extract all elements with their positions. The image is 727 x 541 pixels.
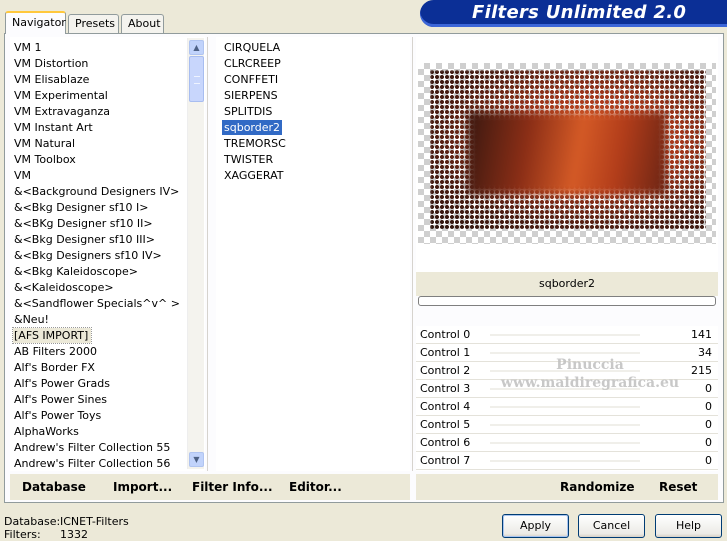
- category-item[interactable]: &<Kaleidoscope>: [13, 280, 117, 295]
- status-filters-label: Filters:: [4, 528, 41, 541]
- control-slider[interactable]: [490, 352, 640, 354]
- control-value: 141: [691, 328, 712, 341]
- control-slider[interactable]: [490, 424, 640, 426]
- category-item[interactable]: &<Bkg Kaleidoscope>: [13, 264, 141, 279]
- control-label: Control 5: [420, 418, 471, 431]
- category-item[interactable]: AlphaWorks: [13, 424, 82, 439]
- category-item[interactable]: VM: [13, 168, 34, 183]
- category-scrollbar[interactable]: ▲ ▼: [187, 38, 204, 469]
- filter-list[interactable]: CIRQUELA CLRCREEP CONFFETI SIERPENS SPLITDIS…: [216, 37, 410, 471]
- control-row[interactable]: Control 6 0: [416, 434, 718, 452]
- category-item[interactable]: Andrew's Filter Collection 55: [13, 440, 173, 455]
- filter-item[interactable]: sqborder2: [222, 120, 283, 135]
- category-item[interactable]: Alf's Power Sines: [13, 392, 110, 407]
- control-label: Control 4: [420, 400, 471, 413]
- control-slider[interactable]: [490, 460, 640, 462]
- apply-button[interactable]: Apply: [502, 514, 569, 538]
- control-label: Control 0: [420, 328, 471, 341]
- tab-presets[interactable]: Presets: [68, 14, 119, 33]
- control-slider[interactable]: [490, 406, 640, 408]
- control-value: 0: [705, 418, 712, 431]
- control-row[interactable]: Control 2 215: [416, 362, 718, 380]
- control-row[interactable]: Control 0 141: [416, 326, 718, 344]
- category-item[interactable]: VM Toolbox: [13, 152, 79, 167]
- database-button[interactable]: Database: [22, 480, 86, 494]
- tab-about[interactable]: About: [121, 14, 164, 33]
- preview-image-center: [468, 112, 666, 194]
- filter-item[interactable]: CIRQUELA: [222, 40, 282, 55]
- category-item[interactable]: &<Bkg Designer sf10 I>: [13, 200, 152, 215]
- filter-item[interactable]: SIERPENS: [222, 88, 280, 103]
- control-label: Control 6: [420, 436, 471, 449]
- control-value: 0: [705, 382, 712, 395]
- category-item[interactable]: [AFS IMPORT]: [11, 327, 93, 344]
- randomize-button[interactable]: Randomize: [560, 480, 634, 494]
- divider: [412, 37, 413, 471]
- divider: [207, 37, 208, 471]
- category-item[interactable]: &Neu!: [13, 312, 52, 327]
- category-item[interactable]: &<Sandflower Specials^v^ >: [13, 296, 183, 311]
- filter-info-button[interactable]: Filter Info...: [192, 480, 273, 494]
- progress-bar: [418, 296, 716, 306]
- cancel-button[interactable]: Cancel: [578, 514, 645, 538]
- tab-navigator[interactable]: Navigator: [5, 11, 66, 34]
- category-item[interactable]: &<BKg Designer sf10 II>: [13, 216, 156, 231]
- selected-filter-name: sqborder2: [416, 272, 718, 296]
- editor-button[interactable]: Editor...: [289, 480, 342, 494]
- import-button[interactable]: Import...: [113, 480, 172, 494]
- filter-item[interactable]: TREMORSC: [222, 136, 288, 151]
- control-row[interactable]: Control 7 0: [416, 452, 718, 470]
- control-row[interactable]: Control 1 34: [416, 344, 718, 362]
- filter-item[interactable]: CLRCREEP: [222, 56, 283, 71]
- category-item[interactable]: Alf's Border FX: [13, 360, 98, 375]
- filter-item[interactable]: XAGGERAT: [222, 168, 285, 183]
- control-label: Control 2: [420, 364, 471, 377]
- category-item[interactable]: VM Natural: [13, 136, 78, 151]
- status-filters-value: 1332: [60, 528, 88, 541]
- app-title: Filters Unlimited 2.0: [472, 2, 687, 23]
- filter-item[interactable]: TWISTER: [222, 152, 275, 167]
- scroll-down-icon[interactable]: ▼: [189, 452, 204, 467]
- category-item[interactable]: VM Distortion: [13, 56, 91, 71]
- control-label: Control 7: [420, 454, 471, 467]
- category-item[interactable]: VM 1: [13, 40, 45, 55]
- category-item[interactable]: VM Experimental: [13, 88, 111, 103]
- control-value: 0: [705, 436, 712, 449]
- control-slider[interactable]: [490, 442, 640, 444]
- control-label: Control 3: [420, 382, 471, 395]
- category-item[interactable]: &<Background Designers IV>: [13, 184, 182, 199]
- category-item[interactable]: &<Bkg Designers sf10 IV>: [13, 248, 165, 263]
- control-value: 0: [705, 400, 712, 413]
- control-value: 34: [698, 346, 712, 359]
- category-item[interactable]: &<Bkg Designer sf10 III>: [13, 232, 158, 247]
- control-slider[interactable]: [490, 334, 640, 336]
- control-row[interactable]: Control 3 0: [416, 380, 718, 398]
- category-item[interactable]: AB Filters 2000: [13, 344, 100, 359]
- category-item[interactable]: VM Elisablaze: [13, 72, 92, 87]
- category-item[interactable]: Alf's Power Toys: [13, 408, 104, 423]
- filter-item[interactable]: SPLITDIS: [222, 104, 274, 119]
- control-row[interactable]: Control 5 0: [416, 416, 718, 434]
- control-value: 0: [705, 454, 712, 467]
- scroll-grip-icon: [194, 76, 200, 84]
- controls-panel: Control 0 141 Control 1 34 Control 2 215 Contr…: [416, 326, 718, 471]
- control-row[interactable]: Control 4 0: [416, 398, 718, 416]
- category-list[interactable]: VM 1 VM Distortion VM Elisablaze VM Experim…: [10, 37, 205, 471]
- control-slider[interactable]: [490, 370, 640, 372]
- filter-item[interactable]: CONFFETI: [222, 72, 280, 87]
- control-value: 215: [691, 364, 712, 377]
- category-item[interactable]: Andrew's Filter Collection 56: [13, 456, 173, 471]
- control-label: Control 1: [420, 346, 471, 359]
- reset-button[interactable]: Reset: [659, 480, 697, 494]
- category-item[interactable]: VM Extravaganza: [13, 104, 113, 119]
- scroll-up-icon[interactable]: ▲: [189, 40, 204, 55]
- status-database-label: Database:: [4, 515, 61, 528]
- control-slider[interactable]: [490, 388, 640, 390]
- help-button[interactable]: Help: [655, 514, 722, 538]
- status-database-value: ICNET-Filters: [60, 515, 129, 528]
- category-item[interactable]: VM Instant Art: [13, 120, 96, 135]
- category-item[interactable]: Alf's Power Grads: [13, 376, 113, 391]
- scroll-thumb[interactable]: [189, 56, 204, 102]
